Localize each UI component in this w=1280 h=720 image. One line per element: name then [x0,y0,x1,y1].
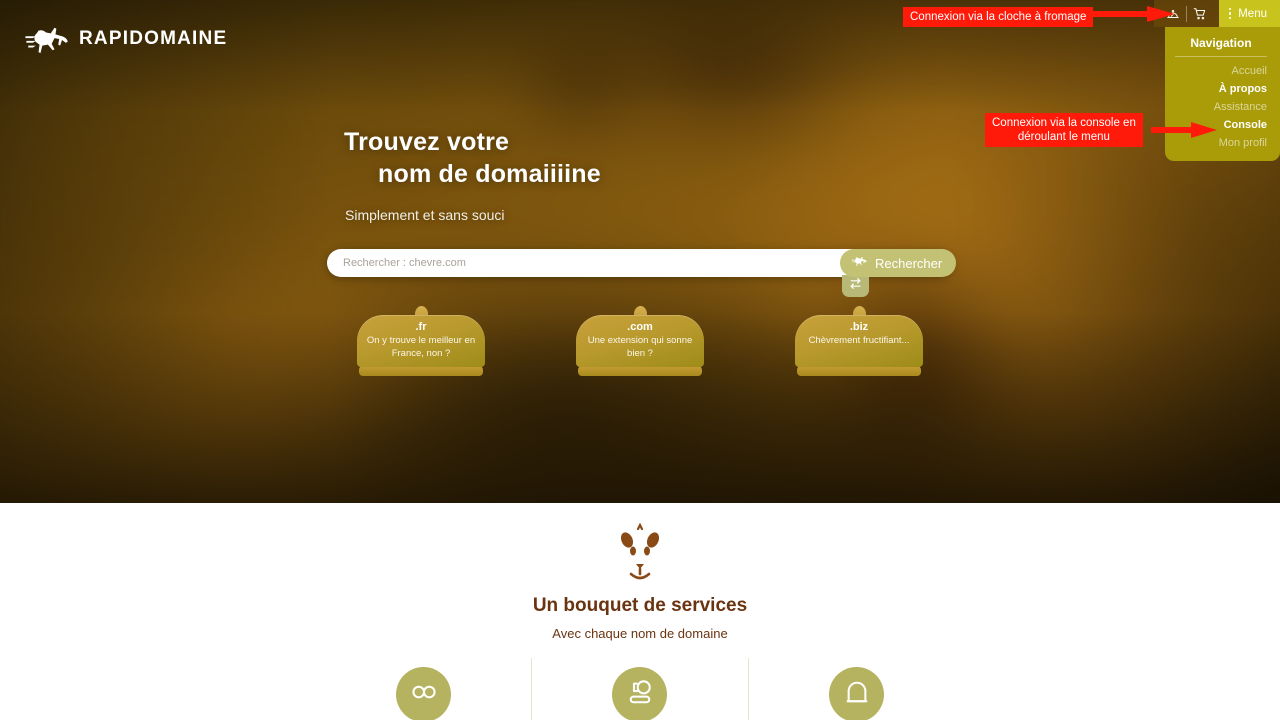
menu-button[interactable]: Menu [1218,0,1280,27]
vertical-dots-icon [1228,7,1232,20]
annotation-cheese-bell-text: Connexion via la cloche à fromage [903,7,1094,27]
service-item-infinity[interactable] [315,658,532,720]
annotation-arrow-console [1151,122,1217,143]
annotation-cheese-bell: Connexion via la cloche à fromage [903,7,1094,27]
search-button-label: Rechercher [875,255,943,271]
domain-card-tagline: Une extension qui sonne bien ? [587,335,693,359]
cheese-plate-icon [626,679,654,710]
page-subtitle: Simplement et sans souci [345,207,505,223]
bell-base [797,366,921,376]
shopping-cart-icon [1193,7,1207,21]
menu-item-assistance[interactable]: Assistance [1175,98,1267,116]
annotation-console: Connexion via la console en déroulant le… [985,113,1143,147]
search-button[interactable]: Rechercher [840,249,957,277]
cloche-dome-icon [844,679,870,710]
dropdown-title: Navigation [1175,36,1267,57]
infinity-icon [409,683,439,706]
domain-card-tld: .biz [849,321,869,333]
annotation-arrow-cheese-bell [1089,6,1175,27]
service-item-cloche[interactable] [748,658,965,720]
goat-face-icon [605,522,675,590]
page-title-line2: nom de domaiiiine [378,160,601,188]
services-section: Un bouquet de services Avec chaque nom d… [0,503,1280,720]
services-title: Un bouquet de services [532,595,748,616]
bell-base [359,366,483,376]
cloche-dome-icon-circle [829,667,884,720]
transfer-domain-button[interactable] [842,275,869,297]
bell-base [578,366,702,376]
menu-item-accueil[interactable]: Accueil [1175,62,1267,80]
annotation-console-text: Connexion via la console en déroulant le… [985,113,1143,147]
infinity-icon-circle [396,667,451,720]
domain-card-tagline: Chèvrement fructifiant... [808,335,910,346]
goat-jumping-icon [24,24,70,54]
site-logo-text: RAPIDOMAINE [79,28,228,49]
goat-jumping-icon [851,254,868,272]
cart-button[interactable] [1187,0,1213,27]
service-item-cheese-plate[interactable] [531,658,748,720]
services-subtitle: Avec chaque nom de domaine [552,626,728,641]
hero-section: Trouvez votre nom de domaiiiine Simpleme… [0,0,1280,503]
domain-card-tld: .fr [415,321,427,333]
site-logo[interactable]: RAPIDOMAINE [24,24,227,54]
cheese-plate-icon-circle [612,667,667,720]
page-title: Trouvez votre nom de domaiiiine [344,126,601,190]
hero-content: Trouvez votre nom de domaiiiine Simpleme… [0,0,1280,503]
domain-card-tld: .com [627,321,653,333]
domain-search: Rechercher [327,249,957,297]
transfer-arrows-icon [849,277,862,295]
bell-dome: .biz Chèvrement fructifiant... [795,315,923,367]
bell-dome: .com Une extension qui sonne bien ? [576,315,704,367]
menu-button-label: Menu [1238,7,1267,20]
menu-item-a-propos[interactable]: À propos [1175,80,1267,98]
page-root: Trouvez votre nom de domaiiiine Simpleme… [0,0,1280,720]
services-columns [0,658,1280,720]
domain-card-tagline: On y trouve le meilleur en France, non ? [366,335,476,359]
page-title-line1: Trouvez votre [344,128,510,156]
bell-dome: .fr On y trouve le meilleur en France, n… [357,315,485,367]
